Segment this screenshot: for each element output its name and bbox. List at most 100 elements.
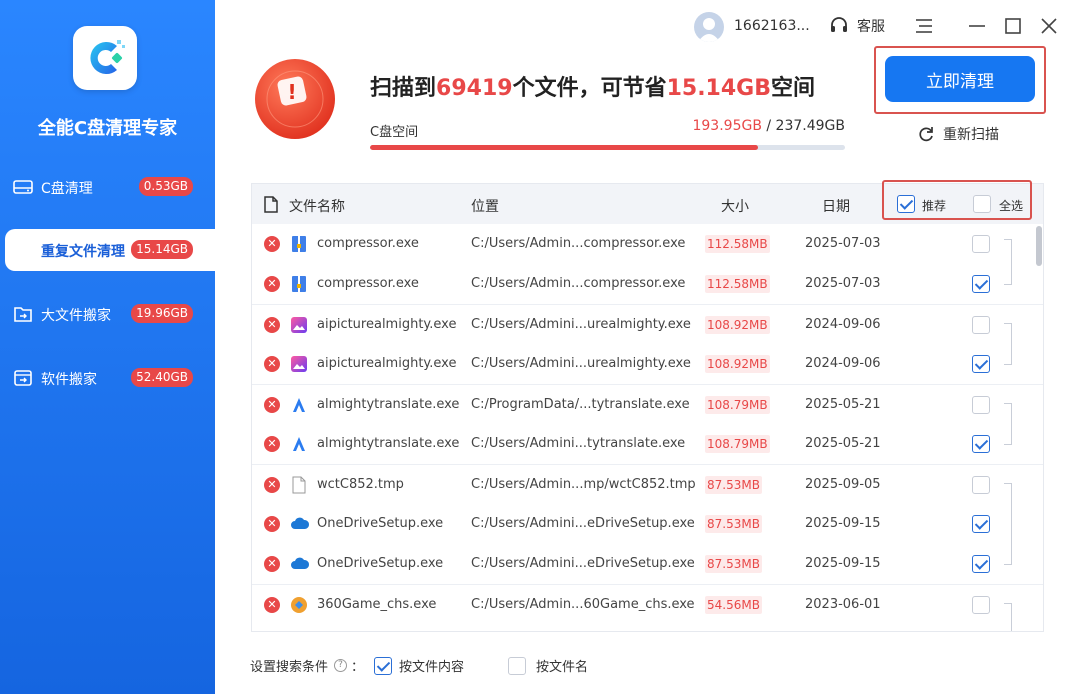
service-label: 客服	[857, 19, 885, 35]
file-size: 108.79MB	[705, 396, 770, 414]
file-name: 360Game_chs.exe	[317, 597, 437, 612]
remove-icon[interactable]: ✕	[264, 236, 280, 252]
table-row[interactable]: ✕ OneDriveSetup.exe C:/Users/Admini...eDri…	[252, 544, 1043, 584]
svg-text:!: !	[287, 80, 296, 104]
cloud-icon	[290, 555, 310, 573]
headset-icon	[831, 17, 847, 32]
file-date: 2025-09-15	[805, 516, 881, 531]
file-size: 54.56MB	[705, 596, 762, 614]
file-size: 87.53MB	[705, 555, 762, 573]
file-name: almightytranslate.exe	[317, 397, 460, 412]
row-checkbox[interactable]	[972, 515, 990, 533]
file-path: C:/ProgramData/...tytranslate.exe	[471, 397, 690, 412]
maximize-icon[interactable]	[1003, 16, 1023, 36]
search-conditions-label: 设置搜索条件	[250, 660, 329, 675]
row-checkbox[interactable]	[972, 316, 990, 334]
table-row[interactable]: ✕ compressor.exe C:/Users/Admin...compress…	[252, 224, 1043, 264]
remove-icon[interactable]: ✕	[264, 436, 280, 452]
disk-usage-bar	[370, 145, 845, 150]
rescan-button[interactable]: 重新扫描	[917, 124, 999, 144]
nav-item-large-file-move[interactable]: 大文件搬家 19.96GB	[0, 293, 215, 335]
remove-icon[interactable]: ✕	[264, 516, 280, 532]
table-row[interactable]: ✕ wctC852.tmp C:/Users/Admin...mp/wctC852.…	[252, 464, 1043, 504]
file-path: C:/Users/Admini...tytranslate.exe	[471, 436, 686, 451]
cloud-icon	[290, 515, 310, 533]
username[interactable]: 1662163...	[734, 18, 810, 34]
table-row[interactable]: ✕ almightytranslate.exe C:/Users/Admini...…	[252, 424, 1043, 464]
customer-service-button[interactable]: 客服	[829, 16, 885, 36]
header-size: 大小	[721, 199, 749, 215]
file-count: 69419	[436, 76, 513, 101]
file-path: C:/Users/Admin...compressor.exe	[471, 236, 686, 251]
saving-size: 15.14GB	[666, 76, 771, 101]
group-bracket	[1004, 239, 1012, 285]
remove-icon[interactable]: ✕	[264, 356, 280, 372]
group-bracket	[1004, 403, 1012, 445]
header-name: 文件名称	[289, 199, 345, 215]
close-icon[interactable]	[1039, 16, 1059, 36]
by-name-checkbox[interactable]	[508, 656, 527, 675]
file-icon	[264, 196, 278, 213]
file-name: compressor.exe	[317, 236, 419, 251]
file-date: 2025-07-03	[805, 276, 881, 291]
translate-app-icon	[290, 435, 308, 453]
table-row[interactable]: ✕ 360Game_chs.exe C:/Users/Admin...60Game_…	[252, 584, 1043, 624]
table-row[interactable]: ✕ compressor.exe C:/Users/Admin...compress…	[252, 264, 1043, 304]
remove-icon[interactable]: ✕	[264, 397, 280, 413]
clean-now-button[interactable]: 立即清理	[885, 56, 1035, 102]
file-size: 112.58MB	[705, 275, 770, 293]
row-checkbox[interactable]	[972, 596, 990, 614]
file-name: compressor.exe	[317, 276, 419, 291]
nav-label: 大文件搬家	[41, 308, 111, 324]
refresh-icon	[919, 127, 933, 142]
file-size: 87.53MB	[705, 515, 762, 533]
translate-app-icon	[290, 396, 308, 414]
file-date: 2025-07-03	[805, 236, 881, 251]
file-date: 2025-09-05	[805, 477, 881, 492]
file-date: 2024-09-06	[805, 356, 881, 371]
file-path: C:/Users/Admini...urealmighty.exe	[471, 356, 691, 371]
row-checkbox[interactable]	[972, 235, 990, 253]
nav-label: 重复文件清理	[41, 244, 125, 260]
help-icon[interactable]: ?	[334, 659, 348, 672]
file-path: C:/Users/Admin...compressor.exe	[471, 276, 686, 291]
file-size: 87.53MB	[705, 476, 762, 494]
nav-label: C盘清理	[41, 181, 93, 197]
nav-item-software-move[interactable]: 软件搬家 52.40GB	[0, 357, 215, 399]
table-row[interactable]: ✕ OneDriveSetup.exe C:/Users/Admini...eDri…	[252, 504, 1043, 544]
remove-icon[interactable]: ✕	[264, 556, 280, 572]
remove-icon[interactable]: ✕	[264, 597, 280, 613]
nav-badge: 0.53GB	[138, 177, 193, 196]
remove-icon[interactable]: ✕	[264, 276, 280, 292]
nav-label: 软件搬家	[41, 372, 97, 388]
drive-icon	[13, 180, 33, 194]
blank-file-icon	[290, 476, 308, 494]
header-date: 日期	[822, 199, 850, 215]
row-checkbox[interactable]	[972, 435, 990, 453]
nav-item-c-drive-clean[interactable]: C盘清理 0.53GB	[0, 166, 215, 208]
file-path: C:/Users/Admin...mp/wctC852.tmp	[471, 477, 696, 492]
app-logo-icon	[73, 26, 137, 90]
table-row[interactable]: ✕ almightytranslate.exe C:/ProgramData/...…	[252, 384, 1043, 424]
file-size: 112.58MB	[705, 235, 770, 253]
group-bracket	[1004, 323, 1012, 365]
table-row[interactable]: ✕ aipicturealmighty.exe C:/Users/Admini...…	[252, 304, 1043, 344]
row-checkbox[interactable]	[972, 275, 990, 293]
row-checkbox[interactable]	[972, 476, 990, 494]
row-checkbox[interactable]	[972, 396, 990, 414]
remove-icon[interactable]: ✕	[264, 477, 280, 493]
remove-icon[interactable]: ✕	[264, 317, 280, 333]
table-row[interactable]: ✕ aipicturealmighty.exe C:/Users/Admini...…	[252, 344, 1043, 384]
menu-icon[interactable]	[914, 16, 934, 36]
picture-app-icon	[290, 316, 308, 334]
row-checkbox[interactable]	[972, 355, 990, 373]
avatar[interactable]	[694, 12, 724, 42]
row-checkbox[interactable]	[972, 555, 990, 573]
duplicate-file-table: 文件名称 位置 大小 日期 推荐 全选 ✕ compressor.exe C:/Us…	[251, 183, 1044, 632]
table-scrollbar[interactable]	[1036, 226, 1042, 266]
by-content-checkbox[interactable]	[374, 656, 393, 675]
file-size: 108.92MB	[705, 355, 770, 373]
minimize-icon[interactable]	[967, 16, 987, 36]
nav-item-duplicate-files[interactable]: 重复文件清理 15.14GB	[5, 229, 215, 271]
file-date: 2024-09-06	[805, 317, 881, 332]
